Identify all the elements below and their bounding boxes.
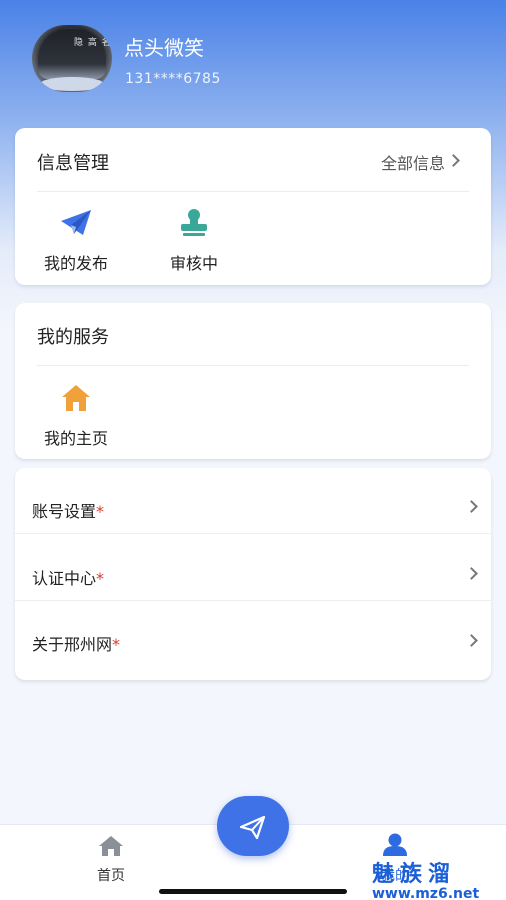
- verification-center-label: 认证中心*: [32, 565, 104, 589]
- avatar-caption: 隐 高 名 婉 见 你: [74, 38, 112, 48]
- info-management-card: 信息管理 全部信息 我的发布 审核中: [15, 128, 491, 285]
- my-posts-label: 我的发布: [43, 254, 108, 273]
- my-services-title: 我的服务: [37, 327, 109, 348]
- send-icon: [239, 815, 266, 840]
- watermark-url: www.mz6.net: [372, 886, 480, 900]
- my-services-card: 我的服务 我的主页: [15, 303, 491, 459]
- my-homepage-button[interactable]: 我的主页: [31, 383, 121, 449]
- my-posts-button[interactable]: 我的发布: [31, 208, 121, 274]
- person-icon: [383, 833, 407, 856]
- required-star: *: [96, 502, 105, 521]
- under-review-label: 审核中: [169, 254, 218, 273]
- chevron-right-icon: [465, 634, 478, 647]
- under-review-button[interactable]: 审核中: [149, 208, 239, 274]
- account-settings-label: 账号设置*: [32, 498, 104, 522]
- tab-home-label: 首页: [97, 868, 125, 884]
- home-icon: [99, 836, 123, 856]
- chevron-right-icon[interactable]: [447, 154, 460, 167]
- my-homepage-label: 我的主页: [43, 429, 108, 448]
- watermark: 魅族溜 www.mz6.net: [372, 856, 479, 900]
- watermark-text: 魅族溜: [372, 862, 457, 887]
- phone-number: 131****6785: [125, 71, 221, 87]
- divider: [37, 365, 469, 366]
- required-star: *: [112, 635, 121, 654]
- account-settings-row[interactable]: 账号设置*: [15, 468, 491, 534]
- stamp-icon: [177, 208, 211, 238]
- paper-plane-icon: [59, 208, 93, 238]
- verification-center-row[interactable]: 认证中心*: [15, 534, 491, 601]
- chevron-right-icon: [465, 500, 478, 513]
- all-info-link[interactable]: 全部信息: [381, 150, 445, 174]
- avatar-photo: 隐 高 名 婉 见 你: [38, 29, 112, 79]
- avatar[interactable]: 隐 高 名 婉 见 你: [32, 25, 112, 92]
- profile-header: 隐 高 名 婉 见 你 点头微笑 131****6785: [0, 0, 506, 120]
- settings-list-card: 账号设置* 认证中心* 关于邢州网*: [15, 468, 491, 680]
- tab-home[interactable]: 首页: [61, 835, 161, 885]
- row-text: 关于邢州网: [32, 635, 113, 654]
- row-text: 账号设置: [32, 502, 97, 521]
- chevron-right-icon: [465, 567, 478, 580]
- divider: [37, 191, 469, 192]
- home-indicator[interactable]: [159, 889, 347, 894]
- publish-fab-button[interactable]: [217, 796, 289, 856]
- required-star: *: [96, 569, 105, 588]
- row-text: 认证中心: [32, 569, 97, 588]
- about-row[interactable]: 关于邢州网*: [15, 601, 491, 680]
- avatar-reflection: [40, 77, 104, 91]
- house-icon: [59, 383, 93, 413]
- info-management-title: 信息管理: [37, 153, 109, 174]
- username[interactable]: 点头微笑: [124, 32, 204, 61]
- about-label: 关于邢州网*: [32, 631, 120, 655]
